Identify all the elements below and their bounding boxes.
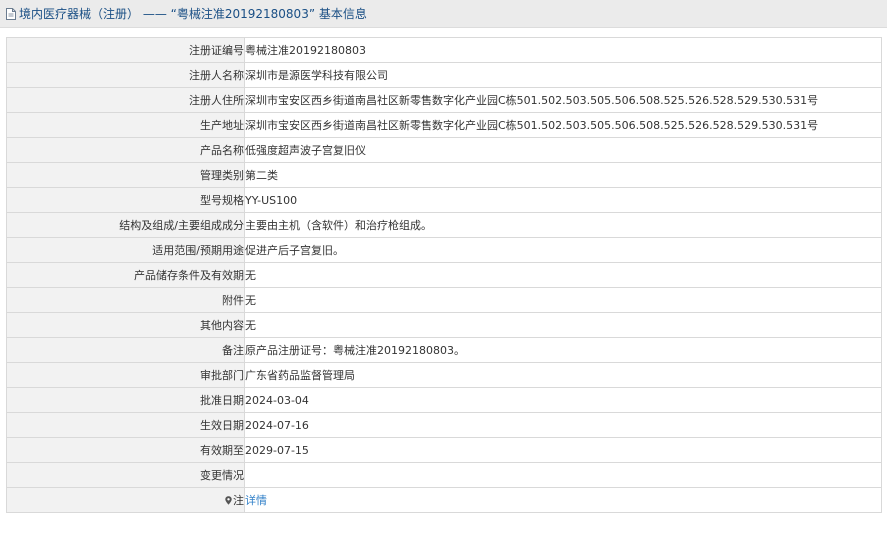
row-label: 有效期至 — [6, 437, 245, 463]
page-title-bar: 境内医疗器械（注册） —— “粤械注准20192180803” 基本信息 — [0, 0, 887, 28]
row-label: 注册人住所 — [6, 87, 245, 113]
row-value: 促进产后子宫复旧。 — [244, 237, 882, 263]
row-label: 适用范围/预期用途 — [6, 237, 245, 263]
table-row: 注册证编号 粤械注准20192180803 — [6, 37, 882, 63]
row-label: 生效日期 — [6, 412, 245, 438]
row-value: 第二类 — [244, 162, 882, 188]
row-value: YY-US100 — [244, 187, 882, 213]
table-row: 产品储存条件及有效期 无 — [6, 262, 882, 288]
row-value: 广东省药品监督管理局 — [244, 362, 882, 388]
row-value: 无 — [244, 312, 882, 338]
row-label: 生产地址 — [6, 112, 245, 138]
row-label: 批准日期 — [6, 387, 245, 413]
table-row: 生产地址 深圳市宝安区西乡街道南昌社区新零售数字化产业园C栋501.502.50… — [6, 112, 882, 138]
row-value: 粤械注准20192180803 — [244, 37, 882, 63]
detail-table: 注册证编号 粤械注准20192180803 注册人名称 深圳市是源医学科技有限公… — [6, 37, 882, 513]
table-row: 有效期至 2029-07-15 — [6, 437, 882, 463]
table-row: 变更情况 — [6, 462, 882, 488]
table-row: 管理类别 第二类 — [6, 162, 882, 188]
row-value: 原产品注册证号：粤械注准20192180803。 — [244, 337, 882, 363]
row-label: 审批部门 — [6, 362, 245, 388]
row-value: 主要由主机（含软件）和治疗枪组成。 — [244, 212, 882, 238]
note-label-cell: 注 — [6, 487, 245, 513]
row-value: 深圳市宝安区西乡街道南昌社区新零售数字化产业园C栋501.502.503.505… — [244, 112, 882, 138]
table-row: 注册人名称 深圳市是源医学科技有限公司 — [6, 62, 882, 88]
row-value: 2024-07-16 — [244, 412, 882, 438]
table-row: 批准日期 2024-03-04 — [6, 387, 882, 413]
row-label: 其他内容 — [6, 312, 245, 338]
row-label: 管理类别 — [6, 162, 245, 188]
row-value: 深圳市是源医学科技有限公司 — [244, 62, 882, 88]
row-label: 注册证编号 — [6, 37, 245, 63]
row-label: 附件 — [6, 287, 245, 313]
table-row: 注册人住所 深圳市宝安区西乡街道南昌社区新零售数字化产业园C栋501.502.5… — [6, 87, 882, 113]
row-value: 深圳市宝安区西乡街道南昌社区新零售数字化产业园C栋501.502.503.505… — [244, 87, 882, 113]
row-label: 备注 — [6, 337, 245, 363]
table-row: 型号规格 YY-US100 — [6, 187, 882, 213]
note-value-cell: 详情 — [244, 487, 882, 513]
row-value: 低强度超声波子宫复旧仪 — [244, 137, 882, 163]
row-label: 注册人名称 — [6, 62, 245, 88]
table-row: 产品名称 低强度超声波子宫复旧仪 — [6, 137, 882, 163]
table-row: 结构及组成/主要组成成分 主要由主机（含软件）和治疗枪组成。 — [6, 212, 882, 238]
row-value: 无 — [244, 287, 882, 313]
row-label: 产品名称 — [6, 137, 245, 163]
table-row: 审批部门 广东省药品监督管理局 — [6, 362, 882, 388]
note-row: 注 详情 — [6, 487, 882, 513]
details-link[interactable]: 详情 — [246, 494, 268, 507]
table-row: 适用范围/预期用途 促进产后子宫复旧。 — [6, 237, 882, 263]
row-label: 结构及组成/主要组成成分 — [6, 212, 245, 238]
row-label: 变更情况 — [6, 462, 245, 488]
document-icon — [6, 7, 16, 20]
note-label: 注 — [233, 494, 244, 507]
row-value — [244, 462, 882, 488]
row-label: 型号规格 — [6, 187, 245, 213]
row-value: 2024-03-04 — [244, 387, 882, 413]
page-title: 境内医疗器械（注册） —— “粤械注准20192180803” 基本信息 — [19, 7, 367, 21]
table-row: 备注 原产品注册证号：粤械注准20192180803。 — [6, 337, 882, 363]
row-label: 产品储存条件及有效期 — [6, 262, 245, 288]
pin-icon — [225, 496, 232, 505]
row-value: 2029-07-15 — [244, 437, 882, 463]
table-row: 生效日期 2024-07-16 — [6, 412, 882, 438]
table-row: 附件 无 — [6, 287, 882, 313]
row-value: 无 — [244, 262, 882, 288]
table-row: 其他内容 无 — [6, 312, 882, 338]
